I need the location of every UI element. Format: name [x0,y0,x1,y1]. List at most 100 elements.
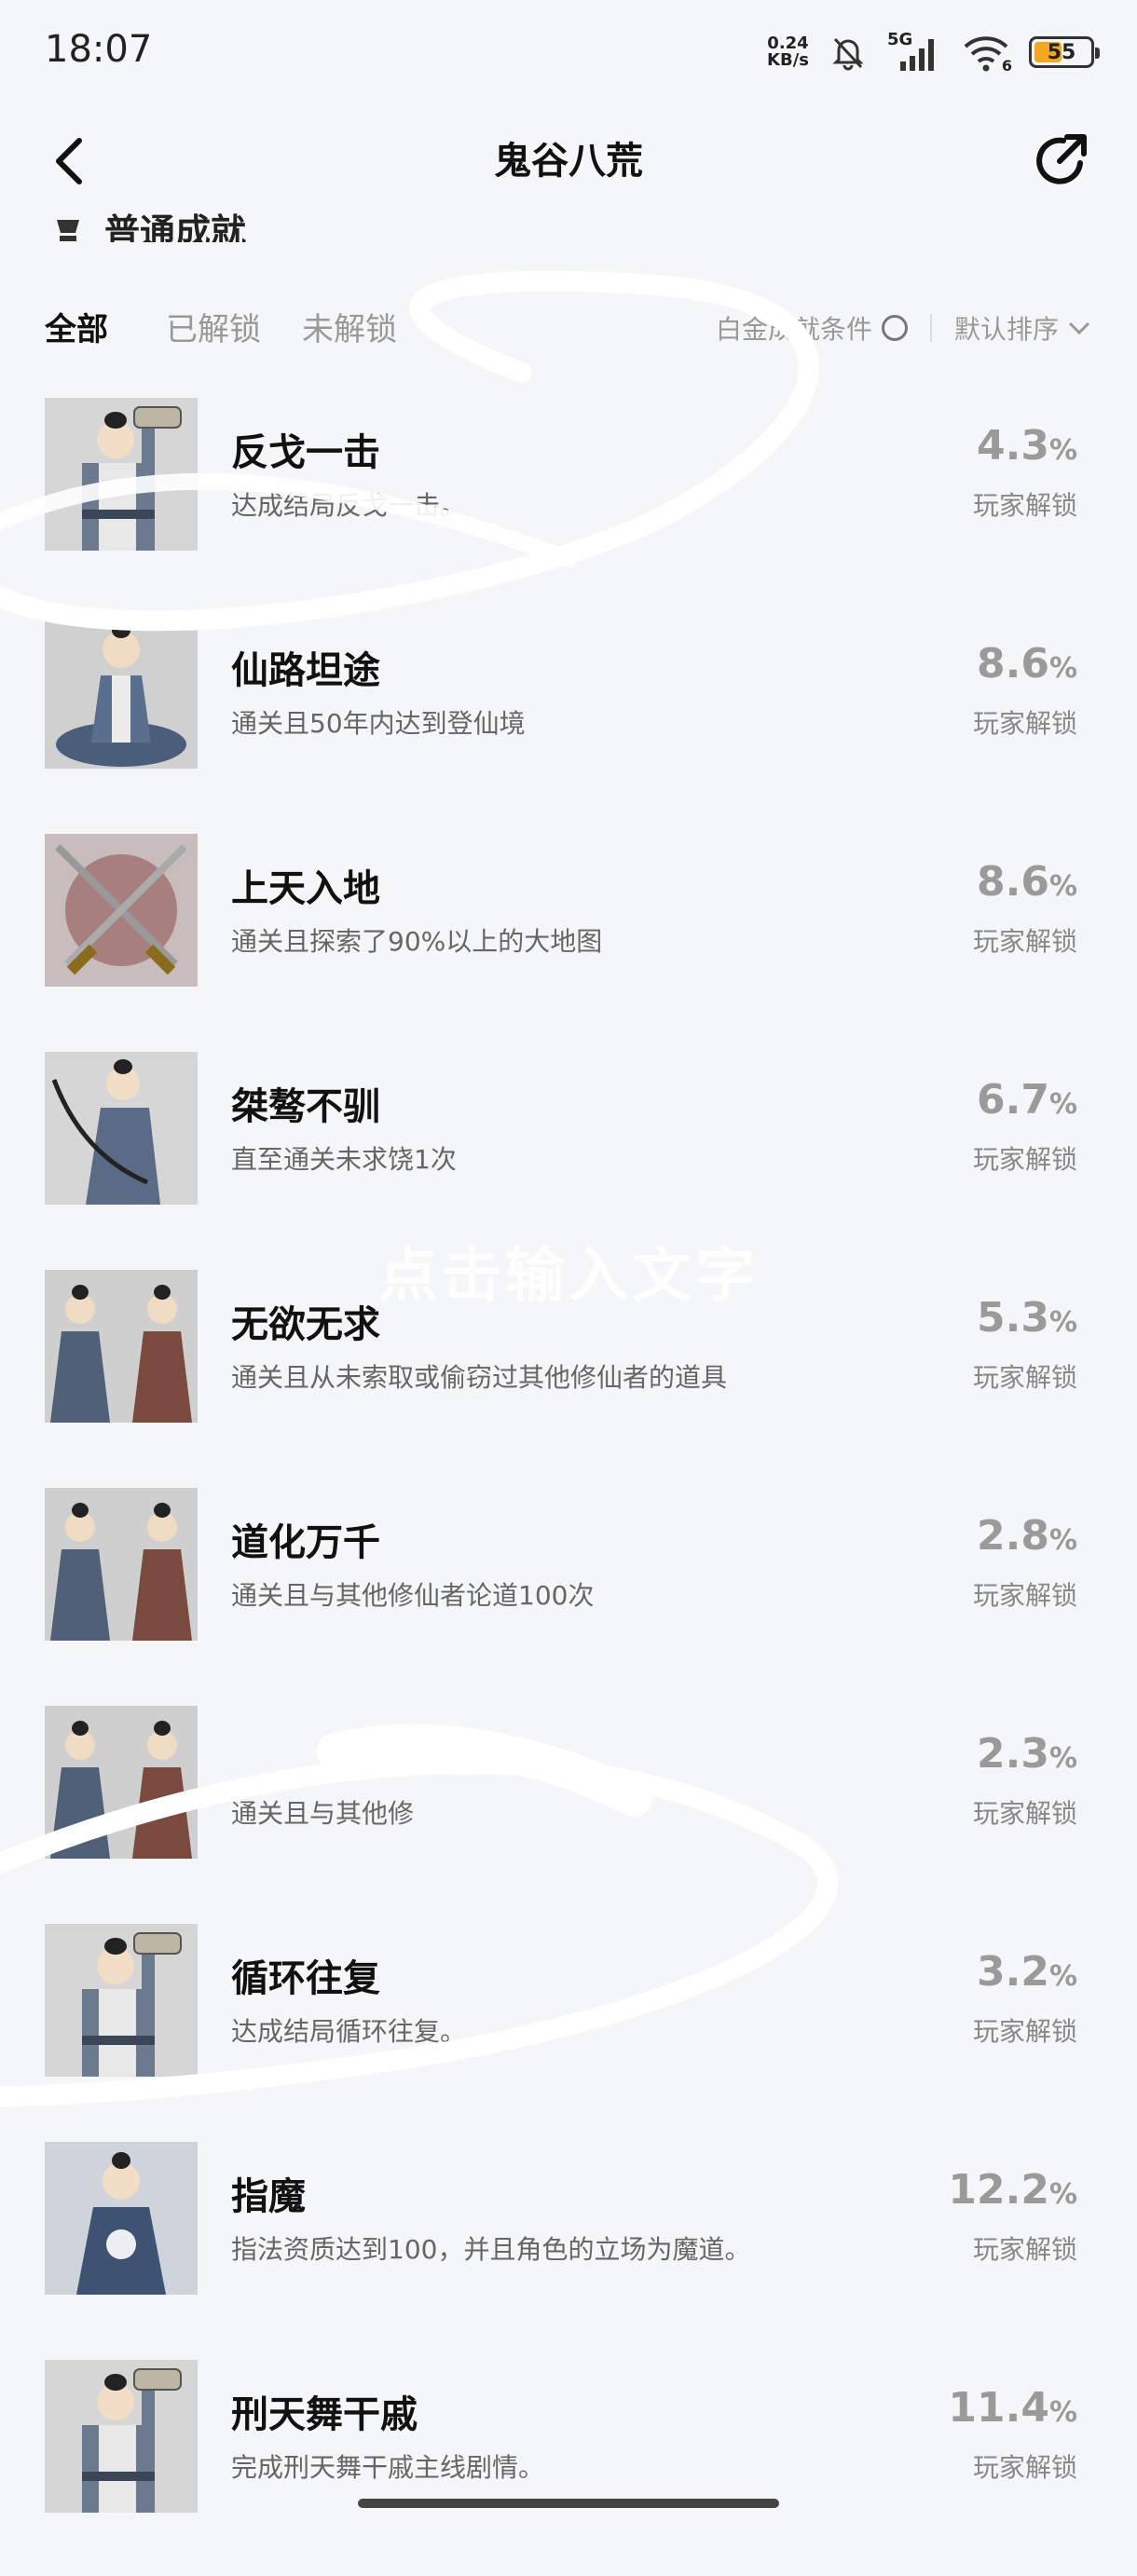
achievement-name: 桀骜不驯 [231,1085,380,1128]
achievement-description: 达成结局循环往复。 [231,2016,467,2047]
achievement-row[interactable]: 指魔指法资质达到100，并且角色的立场为魔道。 12.2% 玩家解锁 [0,2140,1137,2358]
achievement-row[interactable]: 通关且与其他修 2.3% 玩家解锁 [0,1704,1137,1922]
scholar-scroll-icon [45,1924,198,2077]
percentage-sign: % [1048,1524,1077,1557]
signal-type: 5G [887,30,913,49]
percentage-sign: % [1048,652,1077,685]
unlock-percentage: 6.7% [977,1076,1077,1124]
share-arrow-icon [1036,134,1087,184]
filter-divider [929,314,932,342]
wifi-badge: 6 [1001,57,1012,75]
achievement-row[interactable]: 反戈一击达成结局反戈一击。 4.3% 玩家解锁 [0,396,1137,614]
two-cultivators-icon [45,1706,198,1859]
achievement-name: 上天入地 [231,867,380,910]
filter-options: 白金成就条件 默认排序 [716,309,1090,347]
scholar-scroll-icon [45,2360,198,2513]
page-title: 鬼谷八荒 [494,140,643,183]
percentage-value: 8.6 [976,858,1049,906]
achievement-description: 直至通关未求饶1次 [231,1144,457,1175]
network-speed: 0.24 KB/s [767,35,809,69]
cellular-signal-icon: 5G [887,30,943,75]
platinum-condition-label[interactable]: 白金成就条件 [716,309,872,347]
achievement-row[interactable]: 仙路坦途 通关且50年内达到登仙境 8.6% 玩家解锁 [0,614,1137,832]
achievement-name: 仙路坦途 [231,649,380,692]
achievement-description: 通关且探索了90%以上的大地图 [231,926,603,957]
mute-bell-icon [826,30,870,75]
percentage-sign: % [1048,870,1077,903]
tab-unlocked[interactable]: 已解锁 [166,304,261,349]
achievement-description: 通关且50年内达到登仙境 [231,708,526,739]
sort-dropdown[interactable]: 默认排序 [954,309,1059,347]
unlock-percentage: 2.8% [977,1512,1077,1560]
unlock-percentage: 8.6% [977,858,1077,906]
achievement-description: 完成刑天舞干戚主线剧情。 [231,2452,545,2483]
unlock-percentage: 8.6% [977,640,1077,688]
platinum-condition-radio[interactable] [881,315,908,341]
tab-locked[interactable]: 未解锁 [302,304,397,349]
scholar-scroll-icon [45,398,198,551]
percentage-sign: % [1048,2396,1077,2429]
status-time: 18:07 [45,28,153,71]
percentage-value: 11.4 [948,2384,1049,2432]
achievement-description: 通关且与其他修 [231,1798,415,1829]
achievement-row[interactable]: 刑天舞干戚完成刑天舞干戚主线剧情。 11.4% 玩家解锁 [0,2358,1137,2576]
unlock-percentage-label: 玩家解锁 [972,1362,1077,1393]
percentage-value: 2.3 [976,1730,1049,1778]
percentage-sign: % [1048,434,1077,467]
percentage-value: 2.8 [976,1512,1049,1560]
share-button[interactable] [1025,125,1096,196]
percentage-sign: % [1048,1742,1077,1775]
trophy-icon [52,211,84,242]
unlock-percentage-label: 玩家解锁 [972,1144,1077,1175]
achievement-name: 道化万千 [231,1521,380,1564]
status-icons: 0.24 KB/s 5G 6 55 [767,26,1100,78]
unlock-percentage-label: 玩家解锁 [972,2452,1077,2483]
percentage-sign: % [1048,1088,1077,1121]
unlock-percentage-label: 玩家解锁 [972,490,1077,521]
unlock-percentage: 4.3% [977,422,1077,470]
percentage-value: 12.2 [948,2166,1049,2214]
achievement-row[interactable]: 循环往复达成结局循环往复。 3.2% 玩家解锁 [0,1922,1137,2140]
two-cultivators-icon [45,1488,198,1641]
achievement-description: 指法资质达到100，并且角色的立场为魔道。 [231,2234,751,2265]
battery-level: 55 [1047,40,1076,64]
achievement-description: 通关且从未索取或偷窃过其他修仙者的道具 [231,1362,728,1393]
battery-icon: 55 [1029,36,1100,68]
glowing-cultivator-icon [45,2142,198,2295]
achievement-name: 反戈一击 [231,431,380,474]
home-indicator[interactable] [358,2499,779,2508]
tab-all[interactable]: 全部 [45,304,108,349]
unlock-percentage: 11.4% [948,2384,1077,2432]
unlock-percentage-label: 玩家解锁 [972,1580,1077,1611]
percentage-sign: % [1048,1960,1077,1993]
percentage-value: 8.6 [976,640,1049,688]
unlock-percentage-label: 玩家解锁 [972,1798,1077,1829]
swordsman-icon [45,1052,198,1205]
achievement-description: 达成结局反戈一击。 [231,490,467,521]
achievement-name: 循环往复 [231,1957,380,2000]
chevron-down-icon [1068,321,1090,335]
percentage-value: 4.3 [976,422,1049,470]
unlock-percentage-label: 玩家解锁 [972,2234,1077,2265]
wifi-icon: 6 [960,30,1012,75]
overlay-text-placeholder[interactable]: 点击输入文字 [0,1228,1137,1314]
achievement-name: 刑天舞干戚 [231,2393,418,2436]
achievement-row[interactable]: 道化万千通关且与其他修仙者论道100次 2.8% 玩家解锁 [0,1486,1137,1704]
percentage-value: 3.2 [976,1948,1049,1996]
achievement-row[interactable]: 上天入地通关且探索了90%以上的大地图 8.6% 玩家解锁 [0,832,1137,1050]
section-heading: 普通成就 [52,205,246,242]
achievement-description: 通关且与其他修仙者论道100次 [231,1580,595,1611]
unlock-percentage-label: 玩家解锁 [972,2016,1077,2047]
percentage-sign: % [1048,2178,1077,2211]
achievement-name: 指魔 [231,2175,306,2218]
status-bar: 18:07 0.24 KB/s 5G 6 55 [0,0,1137,102]
network-speed-unit: KB/s [767,50,809,70]
app-header: 鬼谷八荒 [0,102,1137,214]
unlock-percentage-label: 玩家解锁 [972,926,1077,957]
unlock-percentage: 12.2% [948,2166,1077,2214]
unlock-percentage: 2.3% [977,1730,1077,1778]
section-title: 普通成就 [104,211,247,242]
filter-bar: 全部 已解锁 未解锁 白金成就条件 默认排序 [0,296,1137,360]
crossed-swords-icon [45,834,198,987]
meditating-monk-icon [45,616,198,769]
